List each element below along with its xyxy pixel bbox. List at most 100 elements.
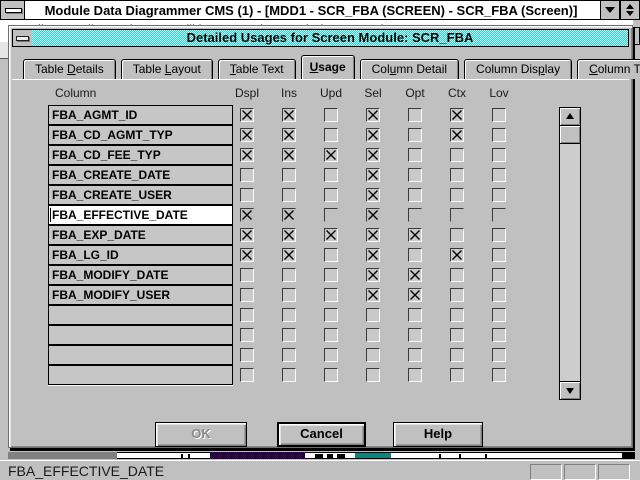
usage-checkbox-ctx-empty[interactable] bbox=[450, 368, 464, 382]
usage-checkbox-ins-empty[interactable] bbox=[282, 368, 296, 382]
usage-checkbox-opt-fba-lg-id[interactable] bbox=[408, 248, 422, 262]
minimize-button[interactable] bbox=[600, 1, 620, 19]
usage-checkbox-lov-empty[interactable] bbox=[492, 348, 506, 362]
scrollbar-thumb[interactable] bbox=[559, 125, 581, 144]
usage-checkbox-upd-fba-effective-date[interactable] bbox=[324, 208, 338, 222]
usage-checkbox-opt-empty[interactable] bbox=[408, 328, 422, 342]
usage-checkbox-sel-empty[interactable] bbox=[366, 348, 380, 362]
usage-checkbox-lov-empty[interactable] bbox=[492, 328, 506, 342]
usage-checkbox-ins-fba-exp-date[interactable] bbox=[282, 228, 296, 242]
restore-button[interactable] bbox=[620, 1, 640, 19]
usage-checkbox-opt-fba-modify-date[interactable] bbox=[408, 268, 422, 282]
usage-checkbox-upd-fba-lg-id[interactable] bbox=[324, 248, 338, 262]
usage-checkbox-sel-fba-agmt-id[interactable] bbox=[366, 108, 380, 122]
column-name-cell-fba-exp-date[interactable]: FBA_EXP_DATE bbox=[48, 225, 233, 245]
usage-checkbox-dspl-fba-effective-date[interactable] bbox=[240, 208, 254, 222]
usage-checkbox-ins-fba-cd-fee-typ[interactable] bbox=[282, 148, 296, 162]
usage-checkbox-lov-fba-effective-date[interactable] bbox=[492, 208, 506, 222]
usage-checkbox-ins-fba-create-user[interactable] bbox=[282, 188, 296, 202]
cancel-button[interactable]: Cancel bbox=[277, 422, 366, 447]
usage-checkbox-upd-empty[interactable] bbox=[324, 328, 338, 342]
column-name-cell-fba-modify-user[interactable]: FBA_MODIFY_USER bbox=[48, 285, 233, 305]
usage-checkbox-dspl-empty[interactable] bbox=[240, 348, 254, 362]
usage-checkbox-sel-fba-effective-date[interactable] bbox=[366, 208, 380, 222]
dialog-system-menu-icon[interactable] bbox=[13, 30, 33, 46]
usage-checkbox-opt-empty[interactable] bbox=[408, 368, 422, 382]
usage-checkbox-upd-empty[interactable] bbox=[324, 308, 338, 322]
usage-checkbox-dspl-empty[interactable] bbox=[240, 368, 254, 382]
scroll-down-button[interactable] bbox=[559, 381, 581, 400]
usage-checkbox-sel-fba-cd-agmt-typ[interactable] bbox=[366, 128, 380, 142]
usage-checkbox-upd-fba-exp-date[interactable] bbox=[324, 228, 338, 242]
usage-checkbox-lov-fba-modify-date[interactable] bbox=[492, 268, 506, 282]
usage-checkbox-lov-fba-create-date[interactable] bbox=[492, 168, 506, 182]
column-name-cell-empty[interactable] bbox=[48, 345, 233, 365]
tab-table-layout[interactable]: Table Layout bbox=[121, 59, 213, 79]
column-name-cell-fba-create-date[interactable]: FBA_CREATE_DATE bbox=[48, 165, 233, 185]
tab-table-text[interactable]: Table Text bbox=[218, 59, 296, 79]
usage-checkbox-ins-fba-modify-user[interactable] bbox=[282, 288, 296, 302]
usage-checkbox-opt-fba-create-user[interactable] bbox=[408, 188, 422, 202]
usage-checkbox-sel-empty[interactable] bbox=[366, 308, 380, 322]
usage-checkbox-dspl-fba-create-date[interactable] bbox=[240, 168, 254, 182]
usage-checkbox-sel-fba-exp-date[interactable] bbox=[366, 228, 380, 242]
usage-checkbox-dspl-empty[interactable] bbox=[240, 328, 254, 342]
usage-checkbox-sel-fba-create-date[interactable] bbox=[366, 168, 380, 182]
usage-checkbox-sel-fba-cd-fee-typ[interactable] bbox=[366, 148, 380, 162]
scroll-up-button[interactable] bbox=[559, 107, 581, 126]
usage-checkbox-ctx-fba-cd-fee-typ[interactable] bbox=[450, 148, 464, 162]
column-name-cell-empty[interactable] bbox=[48, 365, 233, 385]
usage-checkbox-dspl-fba-lg-id[interactable] bbox=[240, 248, 254, 262]
usage-checkbox-sel-fba-modify-user[interactable] bbox=[366, 288, 380, 302]
usage-checkbox-ctx-fba-modify-user[interactable] bbox=[450, 288, 464, 302]
usage-checkbox-dspl-fba-create-user[interactable] bbox=[240, 188, 254, 202]
usage-checkbox-ins-empty[interactable] bbox=[282, 348, 296, 362]
usage-checkbox-lov-fba-modify-user[interactable] bbox=[492, 288, 506, 302]
usage-checkbox-lov-empty[interactable] bbox=[492, 308, 506, 322]
tab-column-text[interactable]: Column Text bbox=[577, 59, 640, 79]
usage-checkbox-lov-fba-cd-agmt-typ[interactable] bbox=[492, 128, 506, 142]
usage-checkbox-ctx-empty[interactable] bbox=[450, 348, 464, 362]
system-menu-icon[interactable] bbox=[0, 1, 25, 19]
column-name-cell-fba-modify-date[interactable]: FBA_MODIFY_DATE bbox=[48, 265, 233, 285]
usage-checkbox-ctx-fba-modify-date[interactable] bbox=[450, 268, 464, 282]
usage-checkbox-sel-fba-lg-id[interactable] bbox=[366, 248, 380, 262]
column-name-cell-fba-lg-id[interactable]: FBA_LG_ID bbox=[48, 245, 233, 265]
usage-checkbox-ins-fba-lg-id[interactable] bbox=[282, 248, 296, 262]
tab-column-detail[interactable]: Column Detail bbox=[360, 59, 459, 79]
column-name-cell-fba-cd-fee-typ[interactable]: FBA_CD_FEE_TYP bbox=[48, 145, 233, 165]
usage-checkbox-upd-fba-create-user[interactable] bbox=[324, 188, 338, 202]
usage-checkbox-ctx-fba-agmt-id[interactable] bbox=[450, 108, 464, 122]
usage-checkbox-upd-fba-modify-date[interactable] bbox=[324, 268, 338, 282]
usage-checkbox-opt-fba-modify-user[interactable] bbox=[408, 288, 422, 302]
column-name-cell-empty[interactable] bbox=[48, 325, 233, 345]
usage-checkbox-upd-empty[interactable] bbox=[324, 348, 338, 362]
usage-checkbox-ctx-fba-create-user[interactable] bbox=[450, 188, 464, 202]
usage-checkbox-lov-fba-create-user[interactable] bbox=[492, 188, 506, 202]
usage-checkbox-lov-fba-lg-id[interactable] bbox=[492, 248, 506, 262]
usage-checkbox-ctx-fba-effective-date[interactable] bbox=[450, 208, 464, 222]
usage-checkbox-ins-fba-modify-date[interactable] bbox=[282, 268, 296, 282]
usage-checkbox-ins-fba-create-date[interactable] bbox=[282, 168, 296, 182]
usage-checkbox-lov-fba-agmt-id[interactable] bbox=[492, 108, 506, 122]
usage-checkbox-sel-fba-create-user[interactable] bbox=[366, 188, 380, 202]
usage-checkbox-ctx-fba-create-date[interactable] bbox=[450, 168, 464, 182]
usage-checkbox-opt-empty[interactable] bbox=[408, 348, 422, 362]
usage-checkbox-lov-fba-exp-date[interactable] bbox=[492, 228, 506, 242]
tab-usage[interactable]: Usage bbox=[301, 55, 355, 79]
usage-checkbox-dspl-fba-modify-date[interactable] bbox=[240, 268, 254, 282]
usage-checkbox-ins-empty[interactable] bbox=[282, 328, 296, 342]
help-button[interactable]: Help bbox=[393, 422, 483, 447]
column-name-cell-fba-agmt-id[interactable]: FBA_AGMT_ID bbox=[48, 105, 233, 125]
column-name-cell-fba-create-user[interactable]: FBA_CREATE_USER bbox=[48, 185, 233, 205]
usage-checkbox-ins-empty[interactable] bbox=[282, 308, 296, 322]
tab-column-display[interactable]: Column Display bbox=[464, 59, 572, 79]
tab-table-details[interactable]: Table Details bbox=[23, 59, 116, 79]
usage-checkbox-ins-fba-cd-agmt-typ[interactable] bbox=[282, 128, 296, 142]
usage-checkbox-upd-fba-create-date[interactable] bbox=[324, 168, 338, 182]
usage-checkbox-opt-empty[interactable] bbox=[408, 308, 422, 322]
usage-checkbox-sel-empty[interactable] bbox=[366, 368, 380, 382]
ok-button[interactable]: OK bbox=[155, 422, 247, 447]
column-name-cell-empty[interactable] bbox=[48, 305, 233, 325]
column-name-cell-fba-cd-agmt-typ[interactable]: FBA_CD_AGMT_TYP bbox=[48, 125, 233, 145]
